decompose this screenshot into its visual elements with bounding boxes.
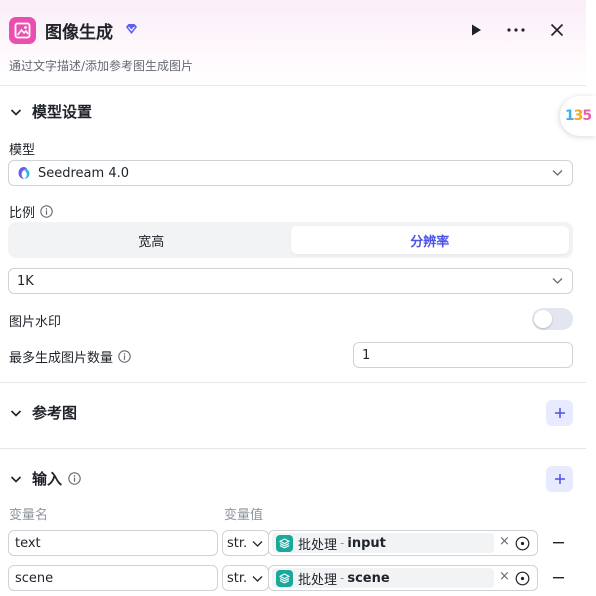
ratio-label: 比例 — [9, 202, 53, 221]
model-label: 模型 — [9, 143, 36, 158]
chip-variable: scene — [347, 570, 390, 586]
watermark-label: 图片水印 — [9, 315, 62, 330]
node-panel: 图像生成 通过文字描述/添加参考图生成图片 模型设置 模型 Seedream 4… — [0, 0, 586, 596]
column-header-name: 变量名 — [9, 508, 49, 523]
ratio-segmented-control: 宽高 分辨率 — [8, 222, 573, 258]
add-input-button[interactable] — [546, 466, 573, 492]
variable-name-value: text — [15, 535, 41, 551]
close-button[interactable] — [544, 16, 570, 44]
chevron-down-icon — [252, 576, 263, 582]
seedream-logo-icon — [18, 167, 30, 179]
chip-separator: - — [340, 571, 345, 585]
more-button[interactable] — [503, 16, 529, 44]
panel-header: 图像生成 通过文字描述/添加参考图生成图片 — [0, 0, 586, 86]
max-images-value: 1 — [362, 347, 371, 363]
variable-reference-chip[interactable]: 批处理 - scene — [272, 568, 494, 588]
node-description: 通过文字描述/添加参考图生成图片 — [9, 59, 194, 73]
section-title: 参考图 — [32, 404, 78, 422]
variable-name-value: scene — [15, 570, 54, 586]
batch-node-icon — [276, 569, 293, 587]
batch-node-icon — [276, 534, 293, 552]
info-icon[interactable] — [118, 350, 131, 363]
column-header-value: 变量值 — [224, 508, 264, 523]
play-icon — [472, 24, 481, 36]
variable-name-input[interactable]: text — [8, 530, 218, 556]
model-select[interactable]: Seedream 4.0 — [8, 160, 573, 186]
reference-header[interactable]: 参考图 — [9, 402, 77, 423]
minus-icon — [552, 577, 564, 579]
variable-value-field[interactable]: 批处理 - input × — [268, 530, 538, 556]
watermark-toggle[interactable] — [532, 308, 573, 330]
divider — [0, 448, 586, 449]
chip-source: 批处理 — [298, 572, 338, 588]
close-icon — [550, 23, 564, 37]
add-reference-button[interactable] — [546, 400, 573, 426]
divider — [0, 382, 586, 383]
plus-icon — [554, 408, 565, 418]
section-title: 输入 — [32, 470, 63, 488]
variable-type-value: str. — [227, 570, 248, 586]
resolution-value: 1K — [17, 273, 34, 289]
section-title: 模型设置 — [32, 103, 93, 121]
chip-separator: - — [340, 536, 345, 550]
run-button[interactable] — [463, 16, 489, 44]
chip-variable: input — [347, 535, 386, 551]
variable-type-value: str. — [227, 535, 248, 551]
target-icon[interactable] — [515, 536, 530, 551]
image-icon — [9, 17, 36, 44]
badge-char: 3 — [573, 108, 584, 124]
diamond-vip-icon — [125, 23, 138, 39]
floating-assistant-badge[interactable]: 1 3 5 — [560, 96, 596, 136]
toggle-knob — [534, 310, 552, 328]
chevron-down-icon — [10, 409, 22, 417]
chip-source: 批处理 — [298, 537, 338, 553]
tab-resolution[interactable]: 分辨率 — [290, 226, 569, 254]
info-icon[interactable] — [68, 472, 81, 485]
inputs-header[interactable]: 输入 — [9, 468, 81, 489]
variable-type-select[interactable]: str. — [222, 565, 269, 591]
resolution-select[interactable]: 1K — [8, 268, 573, 294]
badge-char: 5 — [582, 108, 592, 124]
target-icon[interactable] — [515, 571, 530, 586]
clear-icon[interactable]: × — [499, 534, 510, 549]
node-title: 图像生成 — [45, 23, 113, 43]
chevron-down-icon — [552, 278, 563, 284]
tab-width-height[interactable]: 宽高 — [12, 226, 291, 254]
model-value: Seedream 4.0 — [38, 165, 129, 181]
info-icon[interactable] — [40, 205, 53, 218]
chevron-down-icon — [10, 475, 22, 483]
chevron-down-icon — [252, 541, 263, 547]
plus-icon — [554, 474, 565, 484]
max-images-label-text: 最多生成图片数量 — [9, 351, 114, 366]
variable-name-input[interactable]: scene — [8, 565, 218, 591]
clear-icon[interactable]: × — [499, 569, 510, 584]
more-icon — [507, 28, 525, 32]
badge-char: 1 — [564, 108, 575, 124]
model-settings-header[interactable]: 模型设置 — [9, 101, 92, 122]
remove-row-button[interactable] — [551, 565, 565, 591]
ratio-label-text: 比例 — [9, 206, 36, 221]
variable-reference-chip[interactable]: 批处理 - input — [272, 533, 494, 553]
chevron-down-icon — [10, 108, 22, 116]
max-images-input[interactable]: 1 — [353, 342, 573, 368]
max-images-label: 最多生成图片数量 — [9, 347, 131, 366]
minus-icon — [552, 542, 564, 544]
chevron-down-icon — [552, 170, 563, 176]
variable-value-field[interactable]: 批处理 - scene × — [268, 565, 538, 591]
remove-row-button[interactable] — [551, 530, 565, 556]
variable-type-select[interactable]: str. — [222, 530, 269, 556]
